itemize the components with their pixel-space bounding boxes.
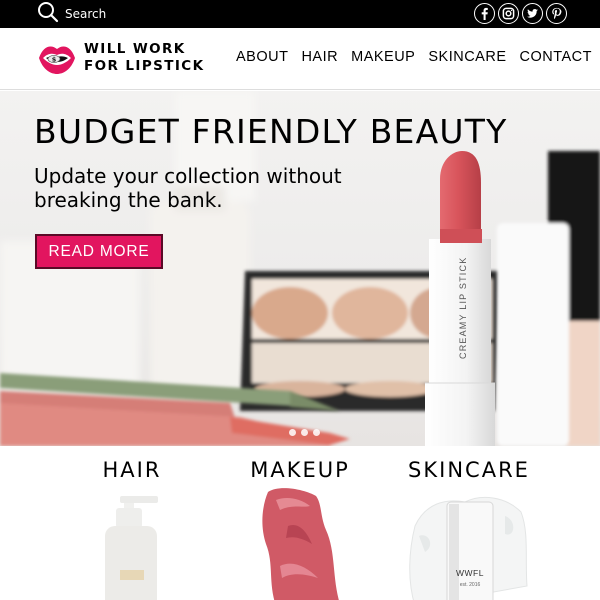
social-links <box>474 3 567 24</box>
category-hair[interactable]: HAIR <box>76 458 188 600</box>
slider-dot[interactable] <box>289 429 296 436</box>
site-logo[interactable]: $ WILL WORK FOR LIPSTICK <box>37 38 204 78</box>
logo-text: WILL WORK FOR LIPSTICK <box>84 41 204 75</box>
category-skincare[interactable]: SKINCARE WWFL est. 2016 <box>405 458 533 600</box>
facebook-icon[interactable] <box>474 3 495 24</box>
nav-item-makeup[interactable]: MAKEUP <box>351 49 415 65</box>
logo-line-2: FOR LIPSTICK <box>84 58 205 74</box>
category-title: HAIR <box>102 458 162 482</box>
skincare-est: est. 2016 <box>460 582 481 588</box>
read-more-button[interactable]: READ MORE <box>35 234 163 269</box>
nav-item-hair[interactable]: HAIR <box>301 49 338 65</box>
lipstick-label: CREAMY LIP STICK <box>458 257 468 359</box>
nav-item-about[interactable]: ABOUT <box>236 49 288 65</box>
nav-item-contact[interactable]: CONTACT <box>520 49 593 65</box>
skincare-brand: WWFL <box>456 568 484 578</box>
makeup-product-image <box>262 488 339 600</box>
top-bar: Search <box>0 0 600 28</box>
logo-mark-letter: $ <box>52 56 57 64</box>
main-nav: ABOUT HAIR MAKEUP SKINCARE CONTACT <box>236 49 592 65</box>
category-title: SKINCARE <box>408 458 530 482</box>
lips-logo-icon: $ <box>39 46 75 74</box>
search-label: Search <box>65 7 107 21</box>
hair-product-image <box>105 496 158 600</box>
pinterest-icon[interactable] <box>546 3 567 24</box>
twitter-icon[interactable] <box>522 3 543 24</box>
category-title: MAKEUP <box>250 458 350 482</box>
instagram-icon[interactable] <box>498 3 519 24</box>
hero-subtitle: Update your collection without breaking … <box>34 164 342 212</box>
nav-item-skincare[interactable]: SKINCARE <box>428 49 506 65</box>
skincare-product-image: WWFL est. 2016 <box>409 496 528 600</box>
slider-dot[interactable] <box>313 429 320 436</box>
logo-line-1: WILL WORK <box>84 41 186 57</box>
search-button[interactable]: Search <box>37 1 107 27</box>
search-icon <box>37 1 59 27</box>
slider-dots <box>289 429 320 436</box>
site-header: $ WILL WORK FOR LIPSTICK ABOUT HAIR MAKE… <box>0 28 600 90</box>
hero-banner: CREAMY LIP STICK BUDGET FRIENDLY BEAUTY … <box>0 91 600 446</box>
slider-dot[interactable] <box>301 429 308 436</box>
hero-title: BUDGET FRIENDLY BEAUTY <box>34 112 508 151</box>
category-makeup[interactable]: MAKEUP <box>240 458 360 600</box>
